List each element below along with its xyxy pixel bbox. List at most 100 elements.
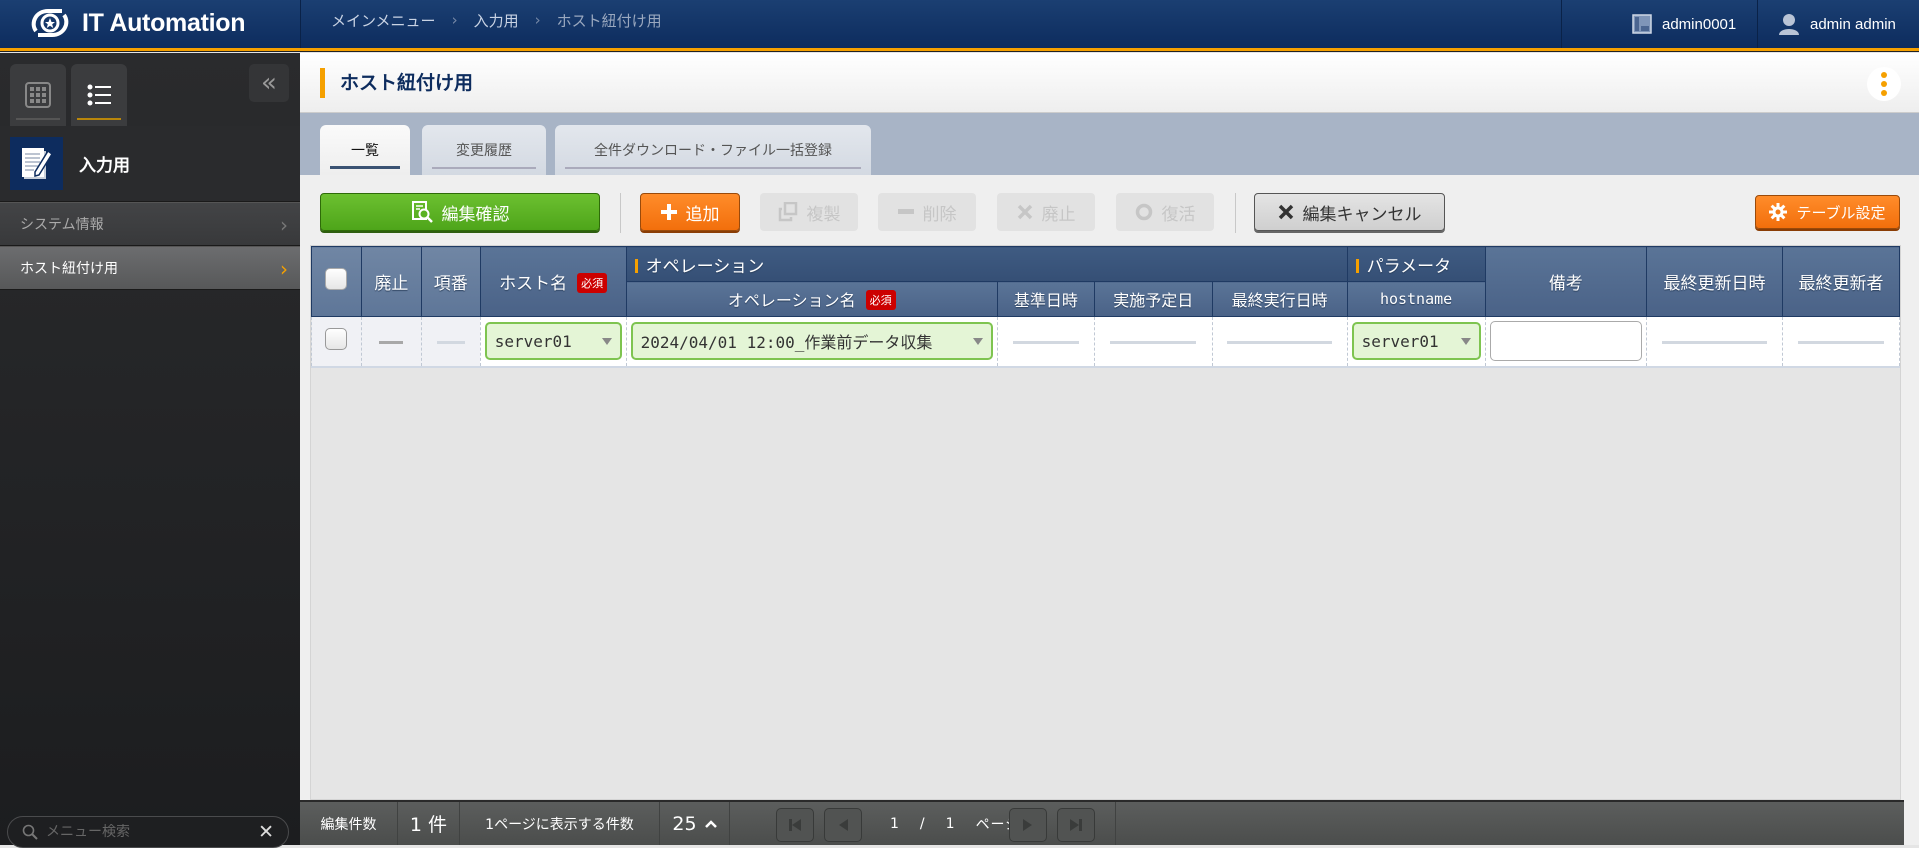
dropdown-arrow-icon bbox=[601, 337, 612, 345]
chevron-right-icon: › bbox=[280, 257, 288, 281]
header-divider bbox=[300, 0, 301, 48]
sidebar-item-system-info[interactable]: システム情報 › bbox=[0, 202, 300, 246]
column-header-host-name[interactable]: ホスト名 必須 bbox=[479, 246, 627, 317]
edit-count-value: 1 件 bbox=[398, 802, 460, 845]
operation-name-select[interactable]: 2024/04/01 12:00_作業前データ収集 bbox=[630, 322, 993, 361]
group-label: オペレーション bbox=[645, 256, 765, 277]
per-page-label: 1ページに表示する件数 bbox=[460, 802, 660, 845]
empty-value bbox=[379, 340, 404, 344]
base-datetime-cell bbox=[996, 316, 1095, 368]
tab-list[interactable]: 一覧 bbox=[320, 125, 410, 175]
page-current: 1 bbox=[890, 815, 900, 832]
toolbar: 編集確認 追加 複製 削除 廃止 復活 編集キャンセル テーブル設定 bbox=[300, 175, 1919, 235]
discard-button[interactable]: 廃止 bbox=[997, 193, 1095, 231]
column-header-remarks[interactable]: 備考 bbox=[1484, 246, 1648, 317]
last-updated-cell bbox=[1646, 316, 1783, 368]
group-marker-icon bbox=[634, 258, 638, 273]
tab-underline bbox=[77, 118, 121, 120]
row-select-cell bbox=[311, 316, 362, 368]
search-icon bbox=[22, 824, 38, 840]
table-container: 廃止 項番 ホスト名 必須 オペレーション パラメータ 備考 最終更新日時 最終更… bbox=[310, 245, 1901, 800]
column-header-last-updated[interactable]: 最終更新日時 bbox=[1646, 246, 1783, 317]
column-header-last-updated-by[interactable]: 最終更新者 bbox=[1782, 246, 1900, 317]
select-all-checkbox[interactable] bbox=[325, 268, 348, 290]
toolbar-divider bbox=[1235, 193, 1236, 233]
sidebar-tab-grid[interactable] bbox=[10, 64, 66, 126]
plus-icon bbox=[660, 204, 677, 220]
user-icon bbox=[1779, 14, 1799, 35]
tab-bulk-download-upload[interactable]: 全件ダウンロード・ファイル一括登録 bbox=[555, 125, 871, 175]
page-title-bar: ホスト紐付け用 bbox=[300, 53, 1919, 113]
column-header-last-exec[interactable]: 最終実行日時 bbox=[1211, 281, 1348, 317]
sidebar-collapse-button[interactable]: « bbox=[249, 64, 289, 102]
empty-value bbox=[436, 340, 465, 344]
breadcrumb: メインメニュー › 入力用 › ホスト紐付け用 bbox=[331, 0, 662, 40]
next-page-button[interactable] bbox=[1009, 808, 1047, 842]
workspace-button[interactable]: admin0001 bbox=[1561, 0, 1757, 48]
discard-cell bbox=[360, 316, 422, 368]
sidebar-item-label: システム情報 bbox=[20, 217, 104, 233]
more-options-button[interactable] bbox=[1867, 67, 1901, 101]
breadcrumb-item-current: ホスト紐付け用 bbox=[556, 11, 662, 30]
last-updated-by-cell bbox=[1782, 316, 1900, 368]
empty-value bbox=[1110, 340, 1197, 344]
kebab-dot-icon bbox=[1881, 81, 1887, 87]
group-label: パラメータ bbox=[1366, 256, 1452, 277]
breadcrumb-item-input[interactable]: 入力用 bbox=[474, 10, 519, 31]
row-checkbox[interactable] bbox=[325, 328, 348, 351]
operation-name-cell: 2024/04/01 12:00_作業前データ収集 bbox=[625, 316, 998, 368]
empty-value bbox=[1662, 340, 1768, 344]
table-settings-button[interactable]: テーブル設定 bbox=[1755, 195, 1900, 229]
breadcrumb-item-main-menu[interactable]: メインメニュー bbox=[331, 10, 436, 31]
sidebar-item-host-binding[interactable]: ホスト紐付け用 › bbox=[0, 246, 300, 290]
toolbar-divider bbox=[620, 193, 621, 233]
column-header-item-no[interactable]: 項番 bbox=[420, 246, 481, 317]
triangle-right-icon bbox=[1023, 819, 1032, 831]
page-separator: / bbox=[919, 815, 926, 832]
tab-label: 全件ダウンロード・ファイル一括登録 bbox=[594, 143, 832, 159]
delete-button[interactable]: 削除 bbox=[878, 193, 976, 231]
last-page-button[interactable] bbox=[1057, 808, 1095, 842]
first-page-button[interactable] bbox=[776, 808, 814, 842]
button-label: 編集確認 bbox=[441, 204, 510, 225]
notepad-icon bbox=[10, 137, 63, 190]
column-header-operation-name[interactable]: オペレーション名 必須 bbox=[625, 281, 998, 317]
title-accent-bar bbox=[320, 68, 325, 98]
hostname-select[interactable]: server01 bbox=[1351, 322, 1481, 361]
button-label: 復活 bbox=[1161, 204, 1196, 225]
column-header-scheduled-date[interactable]: 実施予定日 bbox=[1093, 281, 1213, 317]
workspace-icon bbox=[1632, 14, 1652, 34]
column-header-hostname[interactable]: hostname bbox=[1346, 281, 1486, 317]
edit-cancel-button[interactable]: 編集キャンセル bbox=[1254, 193, 1445, 231]
add-button[interactable]: 追加 bbox=[640, 193, 740, 231]
empty-value bbox=[1227, 340, 1333, 344]
tab-change-history[interactable]: 変更履歴 bbox=[422, 125, 546, 175]
button-label: 編集キャンセル bbox=[1302, 204, 1422, 225]
sidebar-group-label: 入力用 bbox=[79, 156, 130, 176]
user-menu-button[interactable]: admin admin bbox=[1757, 0, 1919, 48]
x-icon bbox=[1017, 204, 1032, 220]
scheduled-date-cell bbox=[1093, 316, 1213, 368]
menu-search-input[interactable] bbox=[46, 824, 246, 840]
column-group-operation: オペレーション bbox=[625, 246, 1348, 282]
column-header-discard[interactable]: 廃止 bbox=[360, 246, 422, 317]
clear-search-icon[interactable]: ✕ bbox=[258, 821, 274, 843]
remarks-input[interactable] bbox=[1489, 321, 1643, 362]
host-name-cell: server01 bbox=[479, 316, 627, 368]
app-logo[interactable]: IT Automation bbox=[28, 3, 246, 43]
dropdown-arrow-icon bbox=[972, 337, 983, 345]
host-name-select[interactable]: server01 bbox=[484, 322, 622, 361]
page-indicator: 1 / 1 ページ bbox=[880, 802, 1030, 845]
restore-button[interactable]: 復活 bbox=[1116, 193, 1214, 231]
per-page-select[interactable]: 25 bbox=[660, 802, 730, 845]
prev-page-button[interactable] bbox=[824, 808, 862, 842]
duplicate-button[interactable]: 複製 bbox=[760, 193, 858, 231]
app-header: IT Automation メインメニュー › 入力用 › ホスト紐付け用 ad… bbox=[0, 0, 1919, 48]
grid-icon bbox=[25, 82, 51, 108]
sidebar-tab-list[interactable] bbox=[71, 64, 127, 126]
tab-label: 変更履歴 bbox=[456, 143, 512, 159]
select-value: server01 bbox=[494, 331, 572, 351]
edit-confirm-button[interactable]: 編集確認 bbox=[320, 193, 600, 231]
gear-icon bbox=[1769, 203, 1788, 221]
column-header-base-datetime[interactable]: 基準日時 bbox=[996, 281, 1095, 317]
